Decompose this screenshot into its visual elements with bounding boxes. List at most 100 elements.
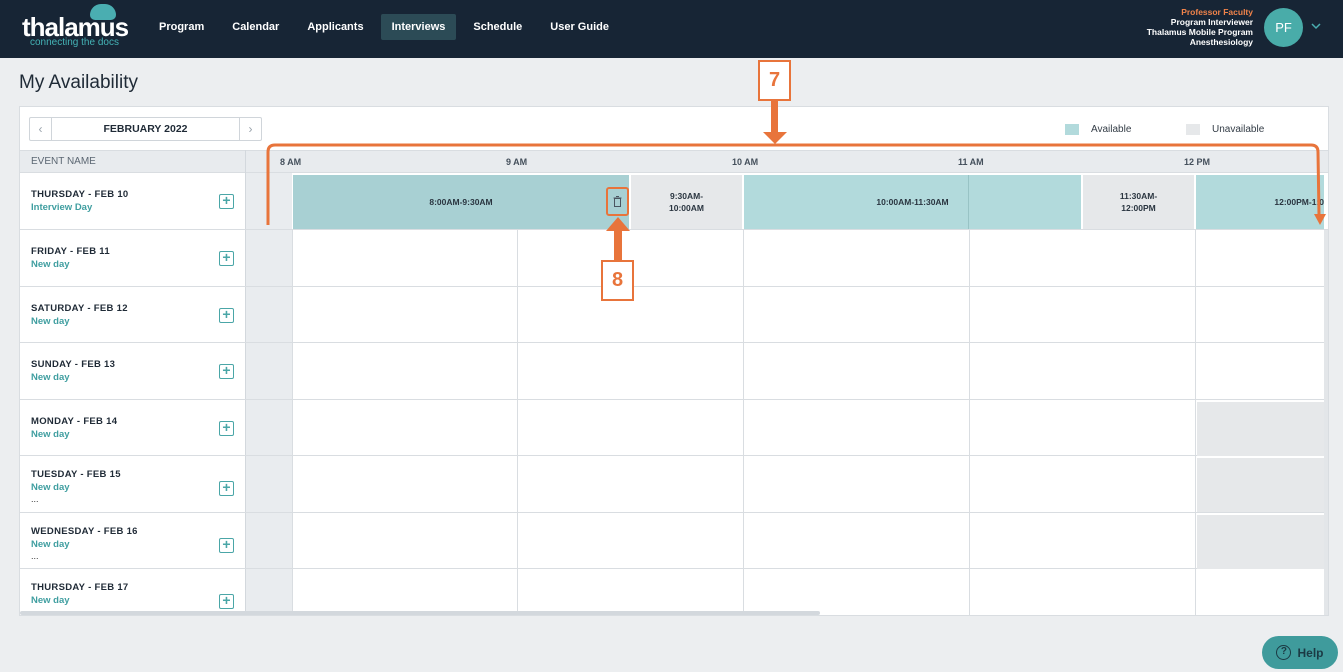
- day-row: THURSDAY - FEB 17 New day +: [20, 569, 1328, 615]
- nav-item-user-guide[interactable]: User Guide: [539, 14, 620, 40]
- day-label: MONDAY - FEB 14 New day: [31, 415, 117, 442]
- time-slot-available[interactable]: 12:00PM-1:0: [1196, 175, 1324, 229]
- thalamus-logo[interactable]: thalamus connecting the docs: [22, 4, 129, 48]
- add-slot-button[interactable]: +: [219, 420, 234, 436]
- user-role: Program Interviewer: [1170, 17, 1253, 27]
- day-subtitle[interactable]: New day: [31, 315, 128, 329]
- grid-line: [517, 230, 518, 615]
- day-title: THURSDAY - FEB 10: [31, 189, 129, 200]
- nav-item-program[interactable]: Program: [148, 14, 215, 40]
- slot-label: 10:00AM-11:30AM: [876, 197, 949, 207]
- logo-tagline: connecting the docs: [30, 37, 119, 48]
- day-label: SATURDAY - FEB 12 New day: [31, 302, 128, 329]
- legend-unavailable: Unavailable: [1186, 122, 1264, 136]
- add-slot-button[interactable]: +: [219, 363, 234, 379]
- time-label-8am: 8 AM: [280, 157, 302, 167]
- nav-item-interviews[interactable]: Interviews: [380, 14, 457, 40]
- add-slot-button[interactable]: +: [219, 480, 234, 496]
- grid-line: [968, 175, 969, 229]
- day-title: SUNDAY - FEB 13: [31, 359, 116, 370]
- unavailable-block[interactable]: [1197, 515, 1325, 569]
- day-subtitle[interactable]: New day: [31, 371, 115, 385]
- grid-header-row: EVENT NAME: [20, 150, 1328, 173]
- day-label: FRIDAY - FEB 11 New day: [31, 245, 110, 272]
- day-subtitle[interactable]: New day: [31, 428, 117, 442]
- time-slot-unavailable[interactable]: 9:30AM- 10:00AM: [631, 175, 742, 229]
- time-slot-available[interactable]: 10:00AM-11:30AM: [744, 175, 1081, 229]
- day-title: TUESDAY - FEB 15: [31, 469, 121, 480]
- time-slot-unavailable[interactable]: 11:30AM- 12:00PM: [1083, 175, 1194, 229]
- day-title: FRIDAY - FEB 11: [31, 246, 110, 257]
- day-row: MONDAY - FEB 14 New day +: [20, 400, 1328, 456]
- day-subtitle[interactable]: New day: [31, 258, 110, 272]
- legend-unavailable-label: Unavailable: [1212, 123, 1265, 135]
- month-label: FEBRUARY 2022: [103, 123, 188, 135]
- day-more: ...: [31, 494, 39, 504]
- user-info: Professor Faculty Program Interviewer Th…: [1147, 7, 1253, 47]
- chevron-right-icon[interactable]: ›: [239, 118, 261, 140]
- user-name: Professor Faculty: [1181, 7, 1253, 17]
- slot-label: 9:30AM- 10:00AM: [669, 191, 704, 213]
- day-row: WEDNESDAY - FEB 16 New day ... +: [20, 513, 1328, 569]
- time-label-10am: 10 AM: [732, 157, 759, 167]
- day-label: THURSDAY - FEB 10 Interview Day: [31, 188, 128, 215]
- chevron-down-icon[interactable]: [1311, 19, 1321, 33]
- nav-item-schedule[interactable]: Schedule: [462, 14, 533, 40]
- day-title: SATURDAY - FEB 12: [31, 303, 128, 314]
- help-label: Help: [1297, 645, 1324, 660]
- slot-label: 12:00PM-1:0: [1274, 197, 1324, 207]
- grid-line: [1195, 230, 1196, 615]
- time-label-11am: 11 AM: [958, 157, 984, 167]
- day-label: THURSDAY - FEB 17 New day: [31, 581, 128, 608]
- day-row: FRIDAY - FEB 11 New day +: [20, 230, 1328, 287]
- grid-line: [969, 230, 970, 615]
- annotation-7: 7: [758, 60, 791, 101]
- add-slot-button[interactable]: +: [219, 537, 234, 553]
- annotation-8: 8: [601, 260, 634, 301]
- day-title: WEDNESDAY - FEB 16: [31, 526, 138, 537]
- day-subtitle[interactable]: Interview Day: [31, 201, 128, 215]
- nav-item-applicants[interactable]: Applicants: [296, 14, 374, 40]
- day-row: SATURDAY - FEB 12 New day +: [20, 287, 1328, 343]
- legend-available: Available: [1065, 122, 1131, 136]
- grid-line: [292, 230, 293, 615]
- month-picker: ‹ FEBRUARY 2022 ›: [29, 117, 262, 141]
- trash-icon: [613, 196, 622, 207]
- add-slot-button[interactable]: +: [219, 593, 234, 609]
- avatar[interactable]: PF: [1264, 8, 1303, 47]
- day-more: ...: [31, 551, 39, 561]
- add-slot-button[interactable]: +: [219, 307, 234, 323]
- slot-label: 8:00AM-9:30AM: [429, 197, 493, 207]
- unavailable-block[interactable]: [1197, 458, 1325, 512]
- day-title: MONDAY - FEB 14: [31, 416, 118, 427]
- day-subtitle[interactable]: New day: [31, 594, 128, 608]
- help-button[interactable]: ? Help: [1262, 636, 1338, 669]
- page-title: My Availability: [19, 72, 138, 93]
- event-name-header: EVENT NAME: [31, 156, 96, 167]
- delete-slot-button[interactable]: [606, 187, 629, 216]
- horizontal-scrollbar[interactable]: [20, 611, 820, 615]
- time-label-9am: 9 AM: [506, 157, 528, 167]
- question-icon: ?: [1276, 645, 1292, 660]
- user-program: Thalamus Mobile Program: [1146, 27, 1253, 37]
- legend-available-label: Available: [1091, 123, 1132, 135]
- grid-line: [743, 230, 744, 615]
- availability-card: ‹ FEBRUARY 2022 › Available Unavailable …: [19, 106, 1329, 616]
- nav-item-calendar[interactable]: Calendar: [221, 14, 290, 40]
- main-nav: Program Calendar Applicants Interviews S…: [148, 14, 626, 40]
- legend-available-swatch: [1065, 123, 1079, 135]
- add-slot-button[interactable]: +: [219, 193, 234, 209]
- chevron-left-icon[interactable]: ‹: [30, 118, 52, 140]
- time-slot-available[interactable]: 8:00AM-9:30AM: [293, 175, 629, 229]
- legend-unavailable-swatch: [1186, 123, 1200, 135]
- day-subtitle[interactable]: New day: [31, 481, 121, 495]
- day-label: SUNDAY - FEB 13 New day: [31, 358, 115, 385]
- top-navigation-bar: thalamus connecting the docs Program Cal…: [0, 0, 1343, 58]
- time-label-12pm: 12 PM: [1184, 157, 1211, 167]
- day-subtitle[interactable]: New day: [31, 538, 138, 552]
- add-slot-button[interactable]: +: [219, 250, 234, 266]
- unavailable-block[interactable]: [1197, 402, 1325, 456]
- vertical-scrollbar[interactable]: [1324, 230, 1328, 615]
- day-label: TUESDAY - FEB 15 New day ...: [31, 468, 121, 504]
- day-label: WEDNESDAY - FEB 16 New day ...: [31, 525, 138, 561]
